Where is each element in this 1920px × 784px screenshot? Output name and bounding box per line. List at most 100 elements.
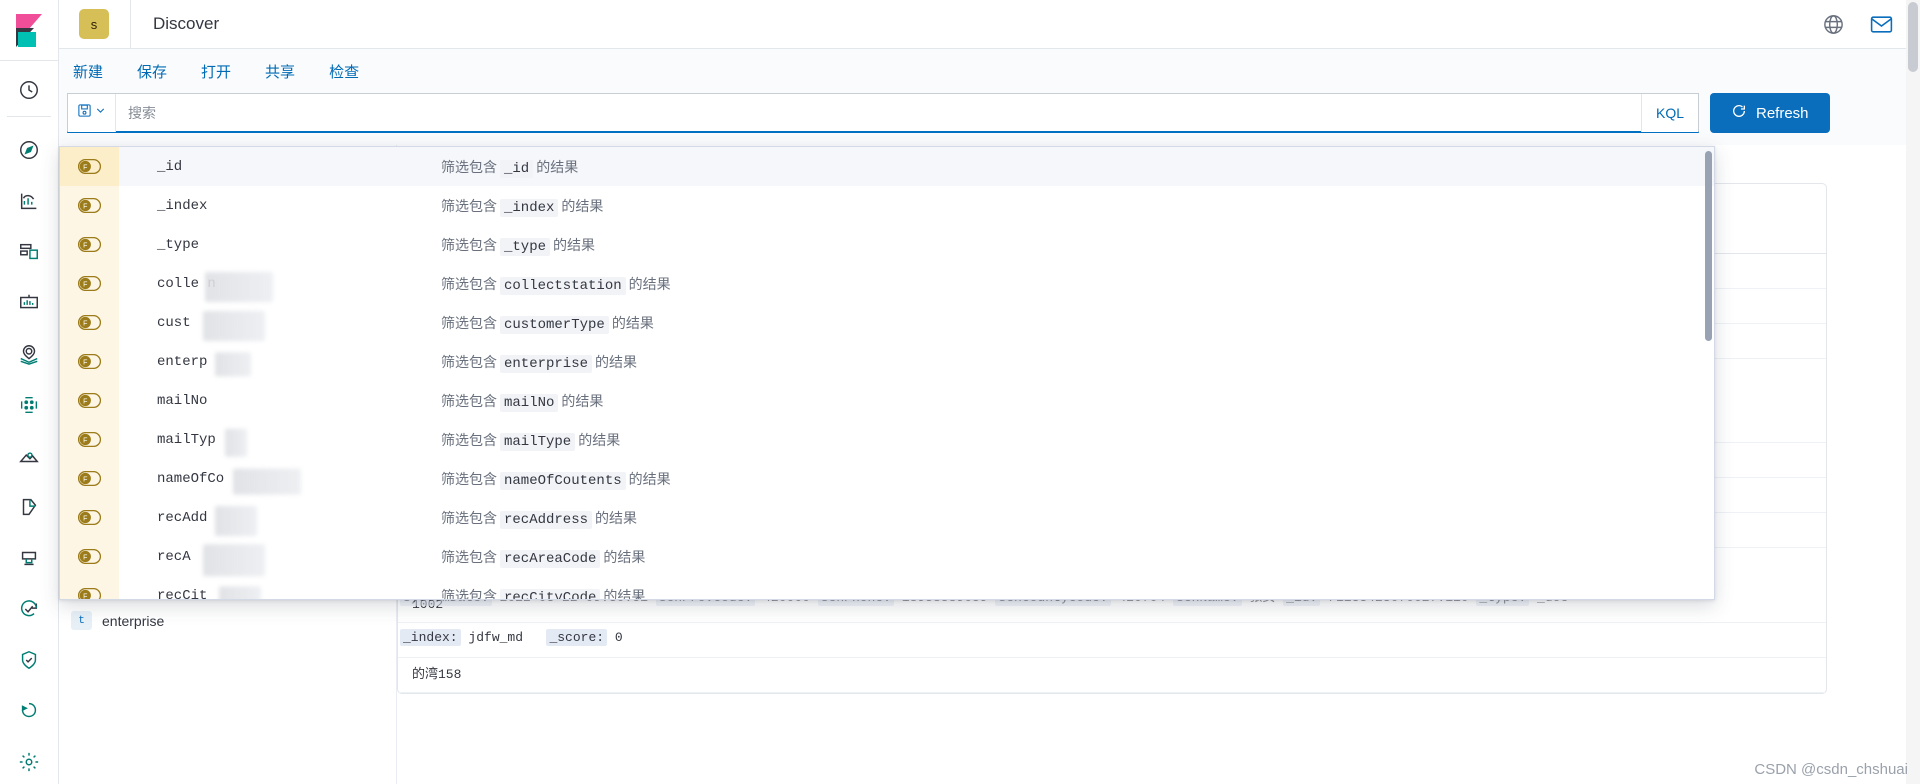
suggestion-item-recAddress[interactable]: FrecAdd 筛选包含 recAddress 的结果 [60,498,1714,537]
saved-query-button[interactable] [68,93,116,132]
redaction-overlay [225,428,247,457]
doc-key-score2: _score: [546,629,608,647]
sidebar-item-recently-viewed[interactable] [7,68,51,112]
field-token-icon: F [60,147,119,186]
menu-item-open[interactable]: 打开 [195,57,237,86]
app-header: s Discover [59,0,1920,49]
kibana-discover-page: s Discover 新建 保存 打开 共享 检查 搜索 KQL Refresh… [0,0,1920,784]
field-token-icon: F [60,459,119,498]
sidebar-item-canvas[interactable] [7,281,51,325]
sidebar-item-infrastructure[interactable] [7,434,51,478]
search-input[interactable] [116,94,1641,131]
sidebar-item-machine-learning[interactable] [7,383,51,427]
redaction-overlay [203,543,265,576]
suggestion-field-name: mailNo [157,392,208,409]
suggestion-description: 筛选包含 nameOfCoutents 的结果 [441,470,671,490]
sidebar-item-siem[interactable] [7,638,51,682]
suggestion-field-name: recCit [119,585,439,599]
apm-icon [18,547,40,569]
suggestion-item-customerType[interactable]: Fcust 筛选包含 customerType 的结果 [60,303,1714,342]
space-avatar[interactable]: s [79,9,109,39]
field-token-icon: F [60,576,119,599]
sidebar-item-discover[interactable] [7,128,51,172]
suggestion-item-_id[interactable]: F _id 筛选包含 _id 的结果 [60,147,1714,186]
suggestions-scrollbar-thumb[interactable] [1705,151,1712,341]
suggestion-item-nameOfCoutents[interactable]: FnameOfCo 筛选包含 nameOfCoutents 的结果 [60,459,1714,498]
suggestion-description: 筛选包含 enterprise 的结果 [441,353,638,373]
suggestion-description: 筛选包含 _id 的结果 [441,158,579,178]
machine-learning-icon [18,394,40,416]
query-bar-inner: KQL Refresh [59,93,1830,133]
page-scrollbar[interactable] [1906,0,1920,784]
sidebar-item-dashboard[interactable] [7,230,51,274]
logs-icon [18,496,40,518]
sidebar-item-management[interactable] [7,740,51,784]
canvas-icon [18,292,40,314]
field-token-icon: F [60,420,119,459]
nav-divider [7,116,51,117]
save-disk-icon [77,103,92,123]
suggestion-item-collectstation[interactable]: Fcolle n 筛选包含 collectstation 的结果 [60,264,1714,303]
field-list-item-label: enterprise [102,612,165,629]
discover-icon [18,139,40,161]
suggestion-field-name: colle n [119,271,439,302]
siem-icon [18,649,40,671]
maps-icon [18,343,40,365]
menu-item-share[interactable]: 共享 [259,57,301,86]
field-token-icon: F [60,186,119,225]
redaction-overlay [219,585,261,599]
refresh-icon [1731,103,1747,123]
refresh-button[interactable]: Refresh [1710,93,1830,133]
suggestion-item-mailType[interactable]: FmailTyp 筛选包含 mailType 的结果 [60,420,1714,459]
sidebar-item-uptime[interactable] [7,587,51,631]
svg-text:F: F [83,359,87,366]
redaction-overlay [203,310,265,341]
kibana-logo-button[interactable] [0,0,59,61]
help-icon[interactable] [1822,13,1845,36]
gear-icon [18,751,40,773]
document-row-last[interactable]: _index: jdfw_md _score: 0 [400,612,1900,648]
suggestion-field-name: _type [157,236,200,253]
header-divider [130,0,131,49]
menu-item-inspect[interactable]: 检查 [323,57,365,86]
menu-item-new[interactable]: 新建 [67,57,109,86]
suggestion-item-recCityCode[interactable]: FrecCit 筛选包含 recCityCode 的结果 [60,576,1714,599]
sidebar-item-visualize[interactable] [7,179,51,223]
field-list-item-enterprise[interactable]: t enterprise [59,605,396,636]
sidebar-item-apm[interactable] [7,536,51,580]
field-token-icon: F [60,225,119,264]
menu-item-save[interactable]: 保存 [131,57,173,86]
sidebar-item-maps[interactable] [7,332,51,376]
doc-key-index: _index: [400,629,461,647]
page-title: Discover [153,14,220,33]
kibana-logo [14,13,44,47]
svg-text:F: F [83,554,87,561]
doc-value-score2: 0 [614,630,623,646]
suggestion-item-_type[interactable]: F _type 筛选包含 _type 的结果 [60,225,1714,264]
suggestion-item-_index[interactable]: F _index 筛选包含 _index 的结果 [60,186,1714,225]
redaction-overlay [233,468,301,495]
svg-text:F: F [83,281,87,288]
field-token-icon: F [60,303,119,342]
discover-top-menu: 新建 保存 打开 共享 检查 [59,49,1920,93]
redaction-overlay [215,505,257,536]
svg-text:F: F [83,593,87,599]
page-scrollbar-thumb[interactable] [1908,2,1918,72]
recently-viewed-icon [18,79,40,101]
suggestion-item-enterprise[interactable]: Fenterp 筛选包含 enterprise 的结果 [60,342,1714,381]
svg-text:F: F [83,320,87,327]
query-bar: KQL Refresh [59,93,1920,145]
suggestion-item-recAreaCode[interactable]: FrecA 筛选包含 recAreaCode 的结果 [60,537,1714,576]
field-token-icon: F [60,498,119,537]
sidebar-item-logs[interactable] [7,485,51,529]
redaction-overlay [215,351,251,376]
redaction-overlay [205,271,273,302]
suggestion-description: 筛选包含 _type 的结果 [441,236,596,256]
document-row[interactable]: 的湾158 [398,658,1826,694]
sidebar-item-dev-tools[interactable] [7,689,51,733]
watermark: CSDN @csdn_chshuai [1754,761,1908,778]
mail-icon[interactable] [1869,12,1894,37]
field-token-icon: F [60,381,119,420]
query-language-switcher[interactable]: KQL [1640,93,1698,132]
suggestion-item-mailNo[interactable]: FmailNo 筛选包含 mailNo 的结果 [60,381,1714,420]
